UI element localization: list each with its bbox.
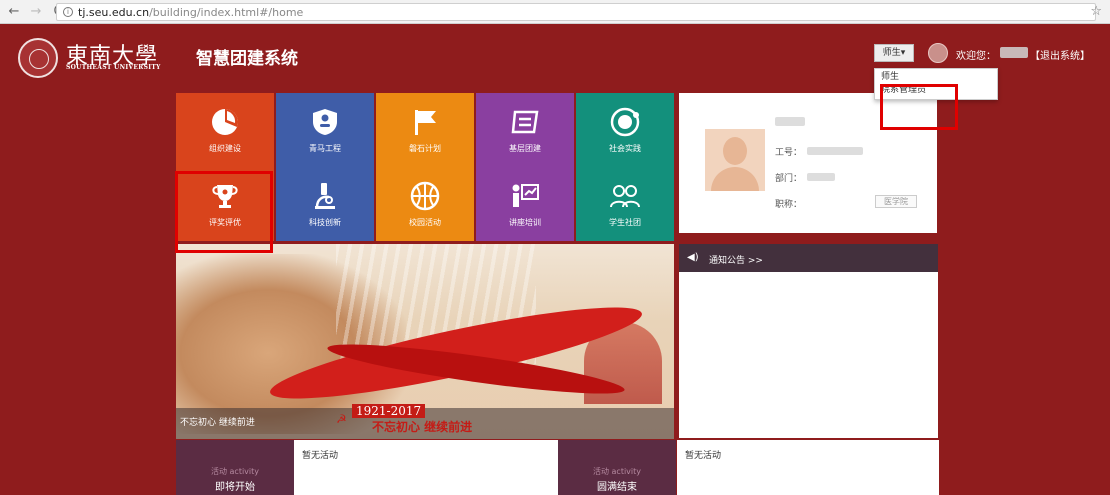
- profile-id-redacted: [807, 147, 863, 155]
- role-selector-button[interactable]: 师生▾: [874, 44, 914, 62]
- microscope-icon: [308, 181, 342, 211]
- profile-college-tag: 医学院: [875, 195, 917, 208]
- system-title: 智慧团建系统: [196, 49, 298, 69]
- logo-text-en: SOUTHEAST UNIVERSITY: [66, 64, 161, 71]
- activity-badge-en: 活动 activity: [210, 467, 260, 476]
- pie-chart-icon: [208, 107, 242, 137]
- activity-empty-text: 暂无活动: [685, 451, 722, 461]
- shield-icon: [308, 107, 342, 137]
- tile-clubs[interactable]: 学生社团: [576, 167, 674, 241]
- basketball-icon: [408, 181, 442, 211]
- browser-toolbar: ← → C i tj.seu.edu.cn /building/index.ht…: [0, 0, 1110, 24]
- profile-avatar: [705, 129, 765, 191]
- tile-label: 科技创新: [309, 218, 341, 227]
- tile-panshi[interactable]: 磐石计划: [376, 93, 474, 167]
- activity-upcoming-badge: 活动 activity 即将开始: [176, 440, 294, 495]
- logout-link[interactable]: 【退出系统】: [1030, 47, 1090, 62]
- notice-title-link[interactable]: 通知公告 >>: [709, 253, 763, 266]
- lecture-icon: [508, 181, 542, 211]
- tile-label: 基层团建: [509, 144, 541, 153]
- tile-label: 学生社团: [609, 218, 641, 227]
- notice-header: ◀) 通知公告 >>: [679, 244, 938, 272]
- banner-slogan: 不忘初心 继续前进: [372, 420, 473, 434]
- activity-badge-cn: 即将开始: [215, 482, 255, 493]
- url-host: tj.seu.edu.cn: [78, 5, 150, 19]
- activity-badge-cn: 圆满结束: [597, 482, 637, 493]
- tile-label: 讲座培训: [509, 218, 541, 227]
- flag-icon: [408, 107, 442, 137]
- welcome-text: 欢迎您：: [956, 51, 996, 62]
- activity-upcoming-list: 暂无活动: [294, 440, 558, 495]
- refresh-doc-icon: [508, 107, 542, 137]
- highlight-box-awards: [175, 171, 273, 253]
- activity-badge-en: 活动 activity: [592, 467, 642, 476]
- bookmark-star-icon[interactable]: ☆: [1090, 4, 1102, 19]
- university-seal-icon: [18, 38, 58, 78]
- tile-campus-activity[interactable]: 校园活动: [376, 167, 474, 241]
- banner-year: 1921-2017: [352, 404, 426, 418]
- tile-organization[interactable]: 组织建设: [176, 93, 274, 167]
- tile-qingma[interactable]: 青马工程: [276, 93, 374, 167]
- highlight-box-dropdown: [880, 84, 958, 130]
- role-option-teacher-student[interactable]: 师生: [875, 71, 997, 84]
- tile-label: 校园活动: [409, 218, 441, 227]
- forward-icon[interactable]: →: [28, 4, 44, 20]
- activity-finished-badge: 活动 activity 圆满结束: [558, 440, 676, 495]
- tile-label: 社会实践: [609, 144, 641, 153]
- orbit-icon: [608, 107, 642, 137]
- notice-list: [679, 272, 938, 438]
- profile-dept-redacted: [807, 173, 835, 181]
- user-name-redacted: [1000, 47, 1028, 58]
- profile-dept-label: 部门：: [775, 174, 803, 184]
- banner-carousel[interactable]: 不忘初心 继续前进 ☭ 1921-2017 不忘初心 继续前进: [176, 244, 674, 439]
- user-avatar-icon: [928, 43, 948, 63]
- profile-name-redacted: [775, 117, 805, 126]
- activity-finished-list: 暂无活动: [677, 440, 939, 495]
- profile-title-label: 职称：: [775, 200, 803, 210]
- address-bar[interactable]: i tj.seu.edu.cn /building/index.html#/ho…: [56, 3, 1096, 21]
- hammer-sickle-icon: ☭: [336, 412, 347, 426]
- info-icon[interactable]: i: [63, 7, 73, 17]
- tile-label: 青马工程: [309, 144, 341, 153]
- back-icon[interactable]: ←: [6, 4, 22, 20]
- tile-social-practice[interactable]: 社会实践: [576, 93, 674, 167]
- tile-lecture[interactable]: 讲座培训: [476, 167, 574, 241]
- url-path: /building/index.html#/home: [149, 5, 304, 19]
- banner-caption: 不忘初心 继续前进: [180, 418, 255, 428]
- tile-science[interactable]: 科技创新: [276, 167, 374, 241]
- tile-label: 组织建设: [209, 144, 241, 153]
- profile-id-label: 工号：: [775, 148, 803, 158]
- people-icon: [608, 181, 642, 211]
- tile-jiceng[interactable]: 基层团建: [476, 93, 574, 167]
- tile-label: 磐石计划: [409, 144, 441, 153]
- activity-empty-text: 暂无活动: [302, 451, 339, 461]
- speaker-icon: ◀): [687, 252, 699, 263]
